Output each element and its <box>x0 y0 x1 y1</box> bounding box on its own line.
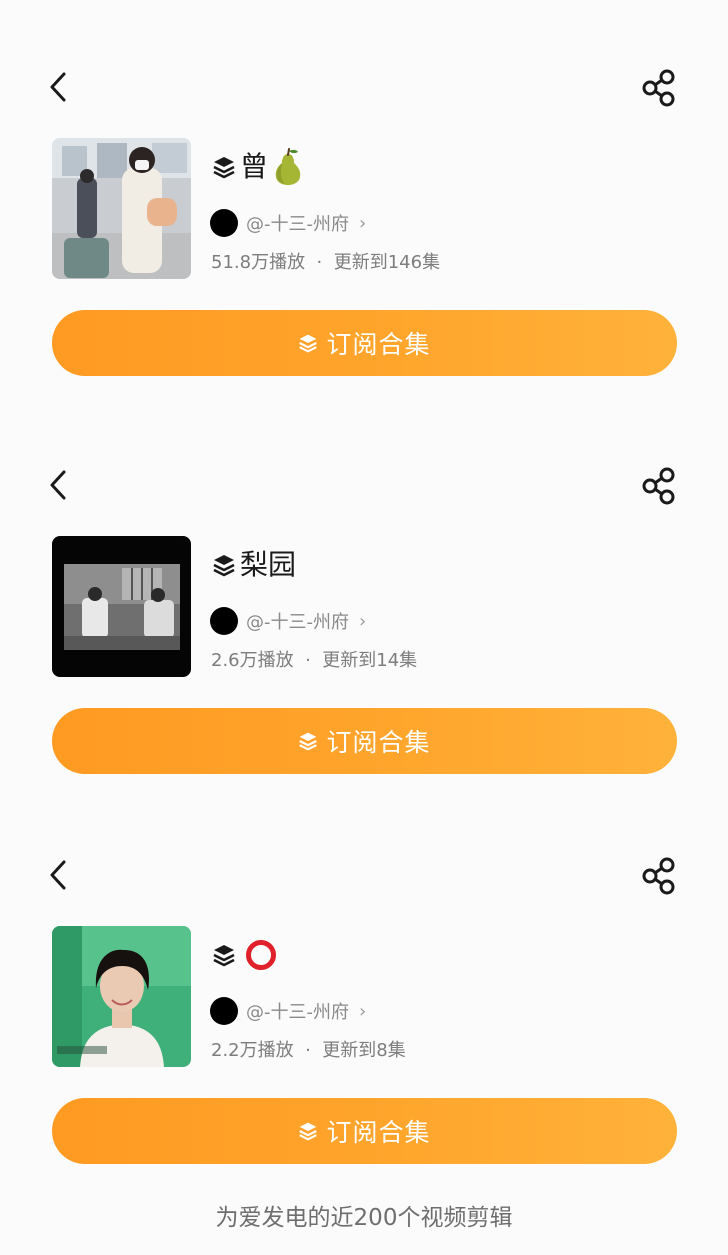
author-link[interactable]: @-十三-州府 › <box>210 996 366 1026</box>
footer-caption: 为爱发电的近200个视频剪辑 <box>215 1205 513 1231</box>
author-link[interactable]: @-十三-州府 › <box>210 208 366 238</box>
layers-icon <box>213 555 235 577</box>
collection-title-text: 曾 <box>240 150 269 183</box>
stats-separator: · <box>305 1040 311 1061</box>
pear-emoji-icon <box>275 148 301 185</box>
subscribe-label: 订阅合集 <box>326 330 431 359</box>
layers-icon <box>299 334 318 353</box>
collection-stats: 2.2万播放 · 更新到8集 <box>211 1036 406 1062</box>
chevron-right-icon: › <box>359 610 367 632</box>
collection-card-3: @-十三-州府 › 2.2万播放 · 更新到8集 订阅合集 <box>0 846 728 1166</box>
collection-title-text: 梨园 <box>240 548 297 581</box>
share-icon <box>642 69 675 107</box>
author-link[interactable]: @-十三-州府 › <box>210 606 366 636</box>
author-avatar <box>210 997 238 1025</box>
chevron-right-icon: › <box>359 212 367 234</box>
play-count: 51.8万播放 <box>211 252 306 273</box>
collection-stats: 2.6万播放 · 更新到14集 <box>211 646 417 672</box>
subscribe-collection-button[interactable]: 订阅合集 <box>52 708 677 774</box>
author-avatar <box>210 209 238 237</box>
share-icon <box>642 467 675 505</box>
collection-stats: 51.8万播放 · 更新到146集 <box>211 248 440 274</box>
share-button[interactable] <box>638 856 682 900</box>
author-name: @-十三-州府 <box>246 612 349 633</box>
share-icon <box>642 857 675 895</box>
play-count: 2.6万播放 <box>211 650 294 671</box>
collection-thumbnail[interactable] <box>52 138 191 279</box>
collection-title: 梨园 <box>212 544 296 586</box>
layers-icon <box>213 157 235 179</box>
collection-thumbnail[interactable] <box>52 926 191 1067</box>
update-status: 更新到8集 <box>322 1040 406 1061</box>
subscribe-collection-button[interactable]: 订阅合集 <box>52 310 677 376</box>
layers-icon <box>213 945 235 967</box>
stats-separator: · <box>305 650 311 671</box>
chevron-left-icon <box>50 72 66 102</box>
author-avatar <box>210 607 238 635</box>
layers-icon <box>299 732 318 751</box>
subscribe-collection-button[interactable]: 订阅合集 <box>52 1098 677 1164</box>
update-status: 更新到146集 <box>333 252 441 273</box>
update-status: 更新到14集 <box>322 650 418 671</box>
stats-separator: · <box>316 252 323 273</box>
subscribe-label: 订阅合集 <box>326 1118 431 1147</box>
share-button[interactable] <box>638 68 682 112</box>
chevron-left-icon <box>50 860 66 890</box>
back-button[interactable] <box>40 466 80 506</box>
collection-title: 曾 <box>212 146 304 188</box>
subscribe-label: 订阅合集 <box>326 728 431 757</box>
chevron-left-icon <box>50 470 66 500</box>
collection-title <box>212 934 278 976</box>
collection-thumbnail[interactable] <box>52 536 191 677</box>
collection-card-1: 曾 @-十三-州府 › 51.8万播放 · 更新到146集 订阅合集 <box>0 58 728 378</box>
layers-icon <box>299 1122 318 1141</box>
chevron-right-icon: › <box>359 1000 367 1022</box>
share-button[interactable] <box>638 466 682 510</box>
red-circle-icon <box>246 940 276 970</box>
author-name: @-十三-州府 <box>246 1002 349 1023</box>
back-button[interactable] <box>40 68 80 108</box>
back-button[interactable] <box>40 856 80 896</box>
collection-card-2: 梨园 @-十三-州府 › 2.6万播放 · 更新到14集 订阅合集 <box>0 456 728 776</box>
play-count: 2.2万播放 <box>211 1040 294 1061</box>
author-name: @-十三-州府 <box>246 214 349 235</box>
